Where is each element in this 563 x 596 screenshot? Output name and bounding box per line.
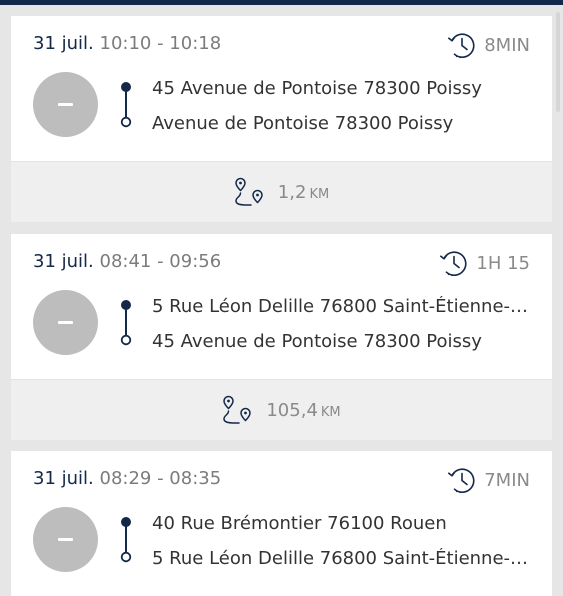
dash-icon: [58, 538, 73, 541]
scrollbar[interactable]: [556, 12, 560, 112]
departure-address: 45 Avenue de Pontoise 78300 Poissy: [152, 78, 482, 99]
route-line-icon: [120, 82, 132, 128]
trip-datetime: 31 juil. 10:10 - 10:18: [33, 33, 221, 54]
trip-summary: 31 juil. 10:10 - 10:18 8MIN 45 Avenue de…: [11, 16, 552, 161]
trip-datetime: 31 juil. 08:41 - 09:56: [33, 251, 221, 272]
clock-icon: [447, 30, 477, 60]
duration-label: 1H 15: [476, 252, 530, 274]
trip-time-range: 08:29 - 08:35: [99, 468, 222, 489]
trip-card[interactable]: 31 juil. 10:10 - 10:18 8MIN 45 Avenue de…: [11, 16, 552, 222]
trip-date: 31 juil.: [33, 468, 94, 489]
distance-unit: KM: [320, 404, 341, 420]
trip-card[interactable]: 31 juil. 08:41 - 09:56 1H 15 5 Rue Léon …: [11, 234, 552, 440]
trip-distance-bar: 1,2 KM: [11, 161, 552, 222]
dash-icon: [58, 321, 73, 324]
trip-time-range: 10:10 - 10:18: [99, 33, 222, 54]
trip-summary: 31 juil. 08:29 - 08:35 7MIN 40 Rue Brémo…: [11, 451, 552, 596]
trip-status-badge: [33, 507, 98, 572]
distance-value: 105,4: [266, 399, 318, 421]
distance-value: 1,2: [277, 181, 307, 203]
trip-time-range: 08:41 - 09:56: [99, 251, 222, 272]
trip-datetime: 31 juil. 08:29 - 08:35: [33, 468, 221, 489]
departure-address: 40 Rue Brémontier 76100 Rouen: [152, 513, 447, 534]
trip-duration: 8MIN: [447, 30, 530, 60]
trip-summary: 31 juil. 08:41 - 09:56 1H 15 5 Rue Léon …: [11, 234, 552, 379]
clock-icon: [447, 465, 477, 495]
arrival-address: Avenue de Pontoise 78300 Poissy: [152, 113, 454, 134]
header-bar: [0, 0, 563, 5]
route-icon: [222, 394, 254, 426]
trip-date: 31 juil.: [33, 251, 94, 272]
trip-distance-bar: 105,4 KM: [11, 379, 552, 440]
trip-duration: 7MIN: [447, 465, 530, 495]
arrival-address: 45 Avenue de Pontoise 78300 Poissy: [152, 331, 482, 352]
trip-date: 31 juil.: [33, 33, 94, 54]
trip-duration: 1H 15: [439, 248, 530, 278]
trip-status-badge: [33, 72, 98, 137]
arrival-address: 5 Rue Léon Delille 76800 Saint-Étienne-d…: [152, 548, 537, 569]
distance-unit: KM: [309, 186, 330, 202]
dash-icon: [58, 103, 73, 106]
trip-distance: 105,4 KM: [11, 380, 552, 440]
trip-card[interactable]: 31 juil. 08:29 - 08:35 7MIN 40 Rue Brémo…: [11, 451, 552, 596]
trip-status-badge: [33, 290, 98, 355]
clock-icon: [439, 248, 469, 278]
duration-label: 7MIN: [484, 469, 530, 491]
route-line-icon: [120, 517, 132, 563]
route-line-icon: [120, 300, 132, 346]
duration-label: 8MIN: [484, 34, 530, 56]
route-icon: [234, 176, 266, 208]
departure-address: 5 Rue Léon Delille 76800 Saint-Étienne-d…: [152, 296, 537, 317]
trip-distance: 1,2 KM: [11, 162, 552, 222]
